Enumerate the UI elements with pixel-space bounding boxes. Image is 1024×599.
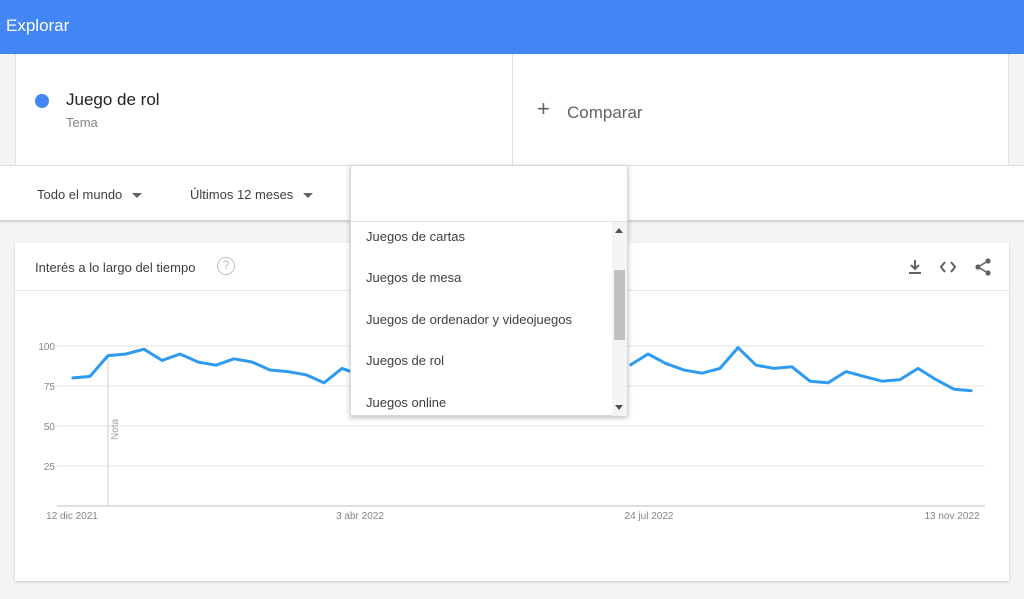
dropdown-option[interactable]: Juegos online — [366, 395, 446, 410]
dropdown-scrollbar[interactable] — [612, 222, 627, 416]
data-point — [269, 369, 271, 371]
dropdown-caret-icon — [132, 193, 143, 199]
scroll-down-icon[interactable] — [615, 405, 623, 410]
data-point — [881, 380, 883, 382]
dropdown-option[interactable]: Juegos de cartas — [366, 229, 465, 244]
x-tick-label: 3 abr 2022 — [336, 511, 384, 522]
y-tick-label: 100 — [38, 342, 55, 353]
data-point — [683, 369, 685, 371]
region-filter[interactable]: Todo el mundo — [37, 187, 143, 202]
series-line — [629, 346, 973, 393]
time-range-filter[interactable]: Últimos 12 meses — [190, 187, 314, 202]
note-label: Nota — [110, 418, 121, 440]
x-tick-label: 24 jul 2022 — [625, 511, 674, 522]
dropdown-option[interactable]: Juegos de mesa — [366, 270, 461, 285]
data-point — [143, 348, 145, 350]
dropdown-caret-icon — [303, 193, 314, 199]
data-point — [863, 375, 865, 378]
data-point — [647, 353, 649, 355]
x-tick-label: 12 dic 2021 — [46, 511, 98, 522]
category-dropdown: Juegos de cartas Juegos de mesa Juegos d… — [350, 165, 628, 416]
compare-button[interactable]: + Comparar — [512, 54, 1009, 165]
region-filter-label: Todo el mundo — [37, 187, 123, 202]
data-point — [917, 367, 919, 370]
data-point — [215, 364, 217, 366]
data-point — [629, 364, 631, 366]
search-terms-bar: Juego de rol Tema + Comparar — [0, 54, 1024, 165]
y-tick-label: 25 — [44, 462, 56, 473]
search-term-card[interactable]: Juego de rol Tema — [15, 54, 512, 165]
data-point — [197, 361, 199, 363]
dropdown-option[interactable]: Juegos de ordenador y videojuegos — [366, 312, 572, 327]
data-point — [899, 378, 901, 381]
data-point — [323, 382, 325, 384]
plus-icon: + — [537, 96, 550, 121]
data-point — [125, 353, 127, 355]
data-point — [251, 361, 253, 363]
data-point — [737, 346, 739, 349]
category-options-list: Juegos de cartas Juegos de mesa Juegos d… — [351, 222, 611, 416]
data-point — [341, 367, 343, 370]
y-tick-label: 50 — [44, 422, 56, 433]
top-bar: Explorar — [0, 0, 1024, 54]
data-point — [287, 370, 289, 373]
data-point — [719, 367, 721, 370]
term-type: Tema — [66, 115, 98, 130]
data-point — [827, 382, 829, 384]
data-point — [89, 375, 91, 378]
data-point — [845, 370, 847, 373]
scroll-thumb[interactable] — [614, 270, 625, 340]
data-point — [791, 366, 793, 368]
data-point — [755, 364, 757, 366]
compare-label: Comparar — [567, 103, 643, 122]
data-point — [179, 353, 181, 355]
data-point — [773, 367, 775, 370]
data-point — [161, 359, 163, 362]
scroll-up-icon[interactable] — [615, 228, 623, 233]
term-color-dot — [35, 94, 49, 108]
term-name: Juego de rol — [66, 90, 160, 109]
category-search-input[interactable] — [351, 166, 627, 222]
data-point — [935, 378, 937, 381]
data-point — [701, 372, 703, 374]
x-tick-label: 13 nov 2022 — [924, 511, 979, 522]
data-point — [305, 374, 307, 376]
time-range-filter-label: Últimos 12 meses — [190, 187, 294, 202]
data-point — [665, 362, 667, 365]
data-point — [809, 380, 811, 382]
dropdown-option[interactable]: Juegos de rol — [366, 353, 444, 368]
page-title: Explorar — [6, 16, 70, 35]
series-line — [71, 347, 361, 385]
data-point — [71, 377, 73, 379]
y-tick-label: 75 — [44, 382, 56, 393]
data-point — [107, 354, 109, 357]
data-point — [953, 388, 955, 390]
data-point — [233, 358, 235, 360]
data-point — [971, 390, 973, 392]
